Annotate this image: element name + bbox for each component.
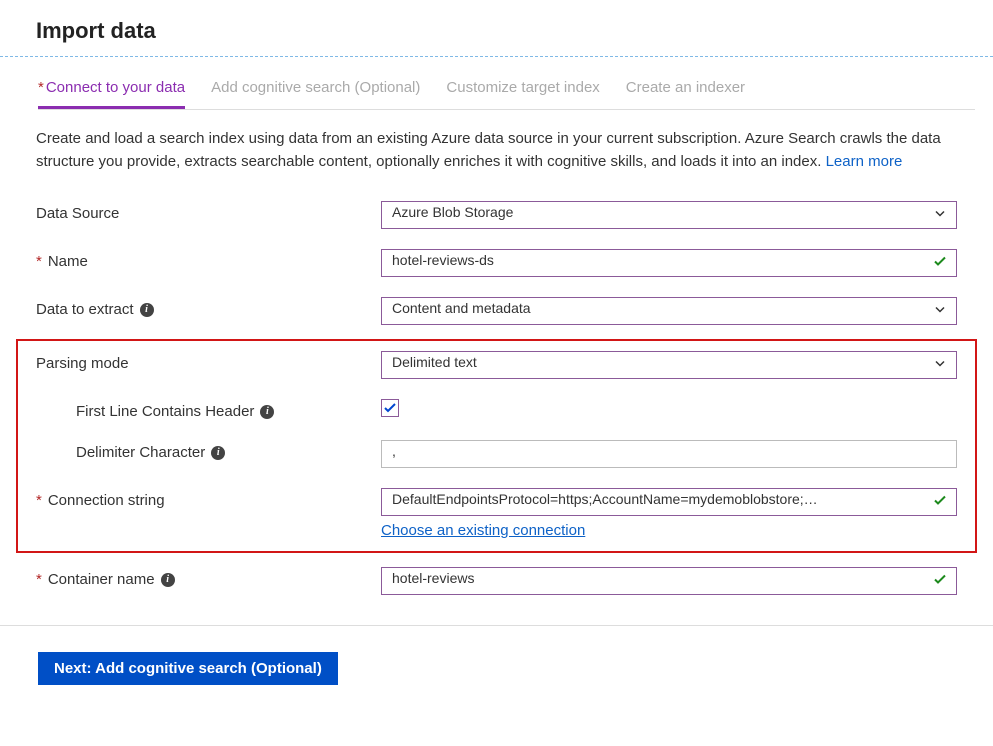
wizard-tabs: *Connect to your data Add cognitive sear… [38, 79, 975, 110]
checkbox-first-line-header[interactable] [381, 399, 399, 417]
input-container-name[interactable]: hotel-reviews [381, 567, 957, 595]
input-delimiter[interactable]: , [381, 440, 957, 468]
highlighted-section: Parsing mode Delimited text First Line C… [16, 339, 977, 553]
check-icon [933, 573, 947, 590]
label-container-name: *Container name i [36, 567, 381, 588]
form-area: Data Source Azure Blob Storage *Name hot… [0, 181, 993, 615]
label-first-line-header: First Line Contains Header i [36, 399, 381, 420]
row-first-line-header: First Line Contains Header i [36, 389, 957, 430]
learn-more-link[interactable]: Learn more [826, 153, 903, 170]
input-name[interactable]: hotel-reviews-ds [381, 249, 957, 277]
check-icon [933, 494, 947, 511]
row-data-source: Data Source Azure Blob Storage [36, 191, 957, 239]
row-name: *Name hotel-reviews-ds [36, 239, 957, 287]
label-data-source: Data Source [36, 201, 381, 222]
row-container-name: *Container name i hotel-reviews [36, 557, 957, 605]
next-button[interactable]: Next: Add cognitive search (Optional) [38, 652, 338, 685]
select-parsing-mode[interactable]: Delimited text [381, 351, 957, 379]
row-connection-string: *Connection string DefaultEndpointsProto… [36, 478, 957, 551]
select-data-source[interactable]: Azure Blob Storage [381, 201, 957, 229]
row-parsing-mode: Parsing mode Delimited text [36, 341, 957, 389]
row-data-extract: Data to extract i Content and metadata [36, 287, 957, 335]
label-connection-string: *Connection string [36, 488, 381, 509]
info-icon[interactable]: i [211, 446, 225, 460]
input-connection-string[interactable]: DefaultEndpointsProtocol=https;AccountNa… [381, 488, 957, 516]
tab-customize-index[interactable]: Customize target index [446, 79, 599, 109]
page-title: Import data [0, 0, 993, 56]
info-icon[interactable]: i [140, 303, 154, 317]
select-data-extract[interactable]: Content and metadata [381, 297, 957, 325]
tab-connect-data[interactable]: *Connect to your data [38, 79, 185, 109]
info-icon[interactable]: i [260, 405, 274, 419]
footer-divider [0, 625, 993, 626]
choose-existing-link[interactable]: Choose an existing connection [381, 516, 957, 541]
label-data-extract: Data to extract i [36, 297, 381, 318]
label-delimiter: Delimiter Character i [36, 440, 381, 461]
label-parsing-mode: Parsing mode [36, 351, 381, 372]
tab-cognitive-search[interactable]: Add cognitive search (Optional) [211, 79, 420, 109]
description-text: Create and load a search index using dat… [0, 110, 993, 181]
divider [0, 56, 993, 57]
label-name: *Name [36, 249, 381, 270]
info-icon[interactable]: i [161, 573, 175, 587]
check-icon [933, 255, 947, 272]
row-delimiter: Delimiter Character i , [36, 430, 957, 478]
tab-create-indexer[interactable]: Create an indexer [626, 79, 745, 109]
